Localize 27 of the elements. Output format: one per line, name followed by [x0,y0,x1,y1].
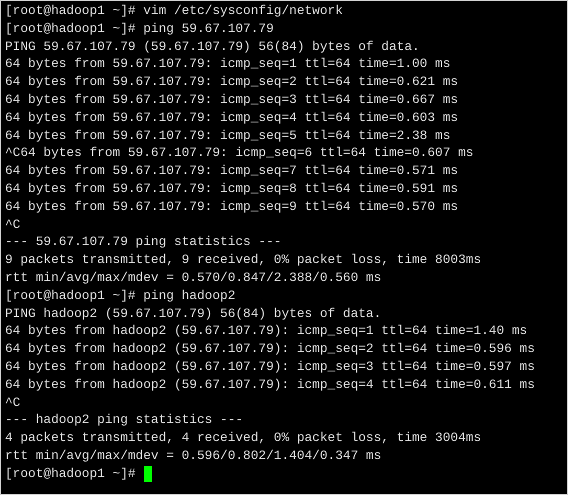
terminal-line: 64 bytes from hadoop2 (59.67.107.79): icmp_seq=1 ttl=64 time=1.40 ms [5,323,528,338]
terminal-line: 64 bytes from 59.67.107.79: icmp_seq=2 ttl=64 time=0.621 ms [5,74,458,90]
terminal-line: 64 bytes from hadoop2 (59.67.107.79): icmp_seq=4 ttl=64 time=0.611 ms [5,376,535,392]
terminal-line: 64 bytes from 59.67.107.79: icmp_seq=4 ttl=64 time=0.603 ms [5,110,458,125]
terminal-line: 64 bytes from hadoop2 (59.67.107.79): icmp_seq=2 ttl=64 time=0.596 ms [5,341,535,356]
terminal-line: 4 packets transmitted, 4 received, 0% packet loss, time 3004ms [5,430,482,446]
terminal-line: ^C64 bytes from 59.67.107.79: icmp_seq=6 ttl=64 time=0.607 ms [5,145,474,160]
terminal-line: --- 59.67.107.79 ping statistics --- [5,234,282,250]
terminal-line: ^C [5,216,20,232]
terminal-line: --- hadoop2 ping statistics --- [5,412,244,428]
terminal-line: 64 bytes from 59.67.107.79: icmp_seq=5 ttl=64 time=2.38 ms [5,128,450,143]
terminal-line: 64 bytes from 59.67.107.79: icmp_seq=9 ttl=64 time=0.570 ms [5,198,458,214]
terminal-line: PING hadoop2 (59.67.107.79) 56(84) bytes of data. [5,306,382,321]
terminal-line: [root@hadoop1 ~]# vim /etc/sysconfig/network [5,3,343,18]
terminal-line: [root@hadoop1 ~]# ping 59.67.107.79 [5,20,274,36]
terminal-line: [root@hadoop1 ~]# ping hadoop2 [5,288,236,303]
terminal-line: PING 59.67.107.79 (59.67.107.79) 56(84) bytes of data. [5,38,420,54]
terminal-line: rtt min/avg/max/mdev = 0.570/0.847/2.388/0.560 ms [5,270,382,285]
terminal-line: 64 bytes from 59.67.107.79: icmp_seq=3 ttl=64 time=0.667 ms [5,92,458,107]
terminal-line: ^C [5,394,20,410]
terminal-line: 64 bytes from 59.67.107.79: icmp_seq=1 ttl=64 time=1.00 ms [5,56,450,72]
terminal-line: rtt min/avg/max/mdev = 0.596/0.802/1.404/0.347 ms [5,448,382,463]
terminal-line: 64 bytes from 59.67.107.79: icmp_seq=8 ttl=64 time=0.591 ms [5,180,458,196]
terminal-line: 64 bytes from 59.67.107.79: icmp_seq=7 ttl=64 time=0.571 ms [5,163,458,178]
terminal-line: 64 bytes from hadoop2 (59.67.107.79): icmp_seq=3 ttl=64 time=0.597 ms [5,358,535,374]
terminal-prompt: [root@hadoop1 ~]# [5,464,136,483]
terminal-line: 9 packets transmitted, 9 received, 0% packet loss, time 8003ms [5,252,482,268]
